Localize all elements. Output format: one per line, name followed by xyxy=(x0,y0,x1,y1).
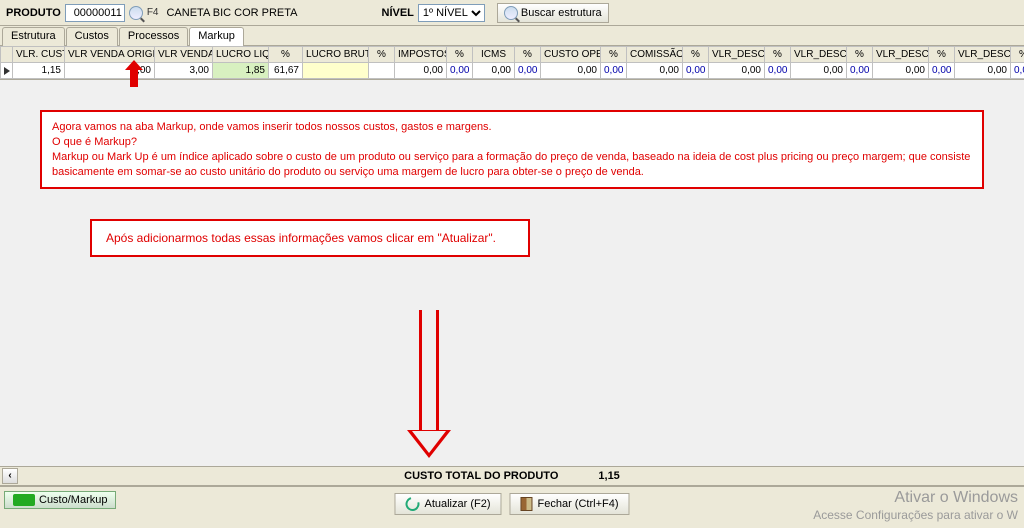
col-icms[interactable]: ICMS xyxy=(473,47,515,63)
markup-grid: VLR. CUSTO VLR VENDA ORIGINAL VLR VENDA … xyxy=(0,46,1024,80)
money-icon xyxy=(13,494,35,506)
cell-desc2-pct[interactable]: 0,00 xyxy=(847,63,873,79)
tab-markup[interactable]: Markup xyxy=(189,27,244,46)
nivel-select[interactable]: 1º NÍVEL xyxy=(418,4,485,22)
custo-markup-label: Custo/Markup xyxy=(39,494,107,506)
annotation-box-1: Agora vamos na aba Markup, onde vamos in… xyxy=(40,110,984,189)
col-desc1[interactable]: VLR_DESC1 xyxy=(709,47,765,63)
annotation-box-2: Após adicionarmos todas essas informaçõe… xyxy=(90,219,530,257)
door-exit-icon xyxy=(521,497,533,511)
top-toolbar: PRODUTO F4 CANETA BIC COR PRETA NÍVEL 1º… xyxy=(0,0,1024,26)
atualizar-label: Atualizar (F2) xyxy=(424,498,490,510)
tab-bar: Estrutura Custos Processos Markup xyxy=(0,26,1024,46)
buscar-label: Buscar estrutura xyxy=(521,7,602,19)
annotation-line-3: Markup ou Mark Up é um índice aplicado s… xyxy=(52,150,972,180)
annotation-line-1: Agora vamos na aba Markup, onde vamos in… xyxy=(52,120,972,135)
col-desc2-pct[interactable]: % xyxy=(847,47,873,63)
atualizar-button[interactable]: Atualizar (F2) xyxy=(394,493,501,515)
col-desc2[interactable]: VLR_DESC2 xyxy=(791,47,847,63)
produto-descricao: CANETA BIC COR PRETA xyxy=(162,7,297,19)
col-lucro-bruto-pct[interactable]: % xyxy=(369,47,395,63)
cell-impostos[interactable]: 0,00 xyxy=(395,63,447,79)
fechar-label: Fechar (Ctrl+F4) xyxy=(538,498,619,510)
annotation-arrow-atualizar xyxy=(407,310,451,458)
tab-processos[interactable]: Processos xyxy=(119,27,188,46)
buscar-estrutura-button[interactable]: Buscar estrutura xyxy=(497,3,609,23)
col-comissao-pct[interactable]: % xyxy=(683,47,709,63)
cell-custo-oper[interactable]: 0,00 xyxy=(541,63,601,79)
cell-lucro-liq[interactable]: 1,85 xyxy=(213,63,269,79)
col-vlr-venda[interactable]: VLR VENDA xyxy=(155,47,213,63)
row-handle[interactable] xyxy=(1,63,13,79)
cell-comissao[interactable]: 0,00 xyxy=(627,63,683,79)
col-desc4-pct[interactable]: % xyxy=(1011,47,1024,63)
produto-code-input[interactable] xyxy=(65,4,125,22)
col-lucro-liq-pct[interactable]: % xyxy=(269,47,303,63)
tab-custos[interactable]: Custos xyxy=(66,27,118,46)
tab-estrutura[interactable]: Estrutura xyxy=(2,27,65,46)
custo-total-value: 1,15 xyxy=(598,470,619,482)
col-desc3[interactable]: VLR_DESC3 xyxy=(873,47,929,63)
nivel-label: NÍVEL xyxy=(382,7,414,19)
col-custo-oper-pct[interactable]: % xyxy=(601,47,627,63)
col-icms-pct[interactable]: % xyxy=(515,47,541,63)
cell-vlr-custo[interactable]: 1,15 xyxy=(13,63,65,79)
cell-lucro-bruto[interactable] xyxy=(303,63,369,79)
cell-lucro-bruto-pct[interactable] xyxy=(369,63,395,79)
row-handle-header xyxy=(1,47,13,63)
cell-desc4[interactable]: 0,00 xyxy=(955,63,1011,79)
cell-desc2[interactable]: 0,00 xyxy=(791,63,847,79)
f4-label: F4 xyxy=(147,7,159,18)
cell-icms-pct[interactable]: 0,00 xyxy=(515,63,541,79)
cell-desc1-pct[interactable]: 0,00 xyxy=(765,63,791,79)
grid-header-row: VLR. CUSTO VLR VENDA ORIGINAL VLR VENDA … xyxy=(1,47,1024,63)
col-impostos[interactable]: IMPOSTOS xyxy=(395,47,447,63)
cell-impostos-pct[interactable]: 0,00 xyxy=(447,63,473,79)
col-lucro-liq[interactable]: LUCRO LIQ. xyxy=(213,47,269,63)
cell-lucro-liq-pct[interactable]: 61,67 xyxy=(269,63,303,79)
cell-comissao-pct[interactable]: 0,00 xyxy=(683,63,709,79)
grid-data-row[interactable]: 1,15 3,00 3,00 1,85 61,67 0,00 0,00 0,00… xyxy=(1,63,1024,79)
status-bar: ‹ CUSTO TOTAL DO PRODUTO 1,15 xyxy=(0,466,1024,486)
search-icon[interactable] xyxy=(129,6,143,20)
col-lucro-bruto[interactable]: LUCRO BRUTO xyxy=(303,47,369,63)
col-comissao[interactable]: COMISSÃO xyxy=(627,47,683,63)
col-impostos-pct[interactable]: % xyxy=(447,47,473,63)
produto-label: PRODUTO xyxy=(6,7,61,19)
annotation-arrow-tab xyxy=(125,60,143,87)
bottom-bar: Custo/Markup Atualizar (F2) Fechar (Ctrl… xyxy=(0,486,1024,528)
col-custo-oper[interactable]: CUSTO OPER. xyxy=(541,47,601,63)
col-desc4[interactable]: VLR_DESC4 xyxy=(955,47,1011,63)
custo-markup-button[interactable]: Custo/Markup xyxy=(4,491,116,509)
cell-custo-oper-pct[interactable]: 0,00 xyxy=(601,63,627,79)
annotation-line-2: O que é Markup? xyxy=(52,135,972,150)
cell-desc1[interactable]: 0,00 xyxy=(709,63,765,79)
col-desc1-pct[interactable]: % xyxy=(765,47,791,63)
fechar-button[interactable]: Fechar (Ctrl+F4) xyxy=(510,493,630,515)
scroll-left-button[interactable]: ‹ xyxy=(2,468,18,484)
cell-desc3[interactable]: 0,00 xyxy=(873,63,929,79)
col-vlr-custo[interactable]: VLR. CUSTO xyxy=(13,47,65,63)
cell-desc4-pct[interactable]: 0,00 xyxy=(1011,63,1024,79)
col-desc3-pct[interactable]: % xyxy=(929,47,955,63)
cell-icms[interactable]: 0,00 xyxy=(473,63,515,79)
custo-total-label: CUSTO TOTAL DO PRODUTO xyxy=(404,470,558,482)
cell-vlr-venda[interactable]: 3,00 xyxy=(155,63,213,79)
refresh-icon xyxy=(403,494,422,513)
search-icon xyxy=(504,6,518,20)
annotation-2-text: Após adicionarmos todas essas informaçõe… xyxy=(106,231,496,245)
cell-desc3-pct[interactable]: 0,00 xyxy=(929,63,955,79)
